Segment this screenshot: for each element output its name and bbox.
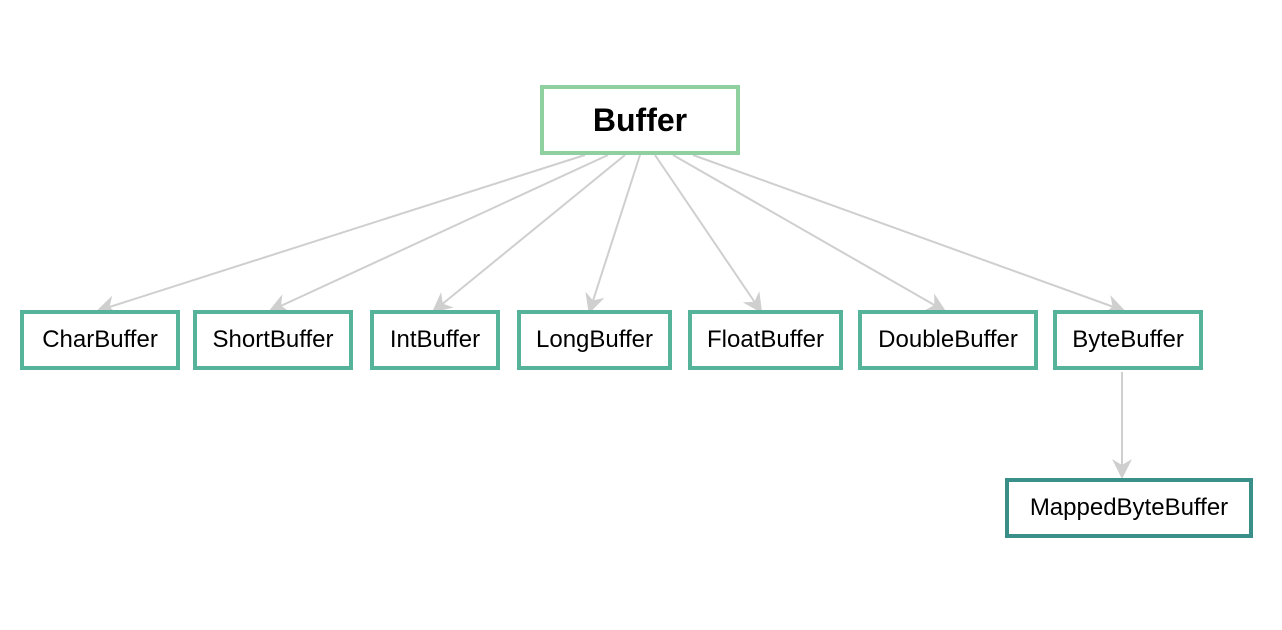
node-label: MappedByteBuffer	[1030, 494, 1228, 522]
node-buffer: Buffer	[540, 85, 740, 155]
node-bytebuffer: ByteBuffer	[1053, 310, 1203, 370]
node-doublebuffer: DoubleBuffer	[858, 310, 1038, 370]
node-label: IntBuffer	[390, 326, 480, 354]
node-intbuffer: IntBuffer	[370, 310, 500, 370]
node-label: DoubleBuffer	[878, 326, 1018, 354]
node-label: FloatBuffer	[707, 326, 824, 354]
node-label: ByteBuffer	[1072, 326, 1184, 354]
node-longbuffer: LongBuffer	[517, 310, 672, 370]
node-mappedbytebuffer: MappedByteBuffer	[1005, 478, 1253, 538]
node-label: ShortBuffer	[213, 326, 334, 354]
node-floatbuffer: FloatBuffer	[688, 310, 843, 370]
node-label: CharBuffer	[42, 326, 158, 354]
node-label: LongBuffer	[536, 326, 653, 354]
node-shortbuffer: ShortBuffer	[193, 310, 353, 370]
node-label: Buffer	[593, 102, 687, 139]
node-charbuffer: CharBuffer	[20, 310, 180, 370]
